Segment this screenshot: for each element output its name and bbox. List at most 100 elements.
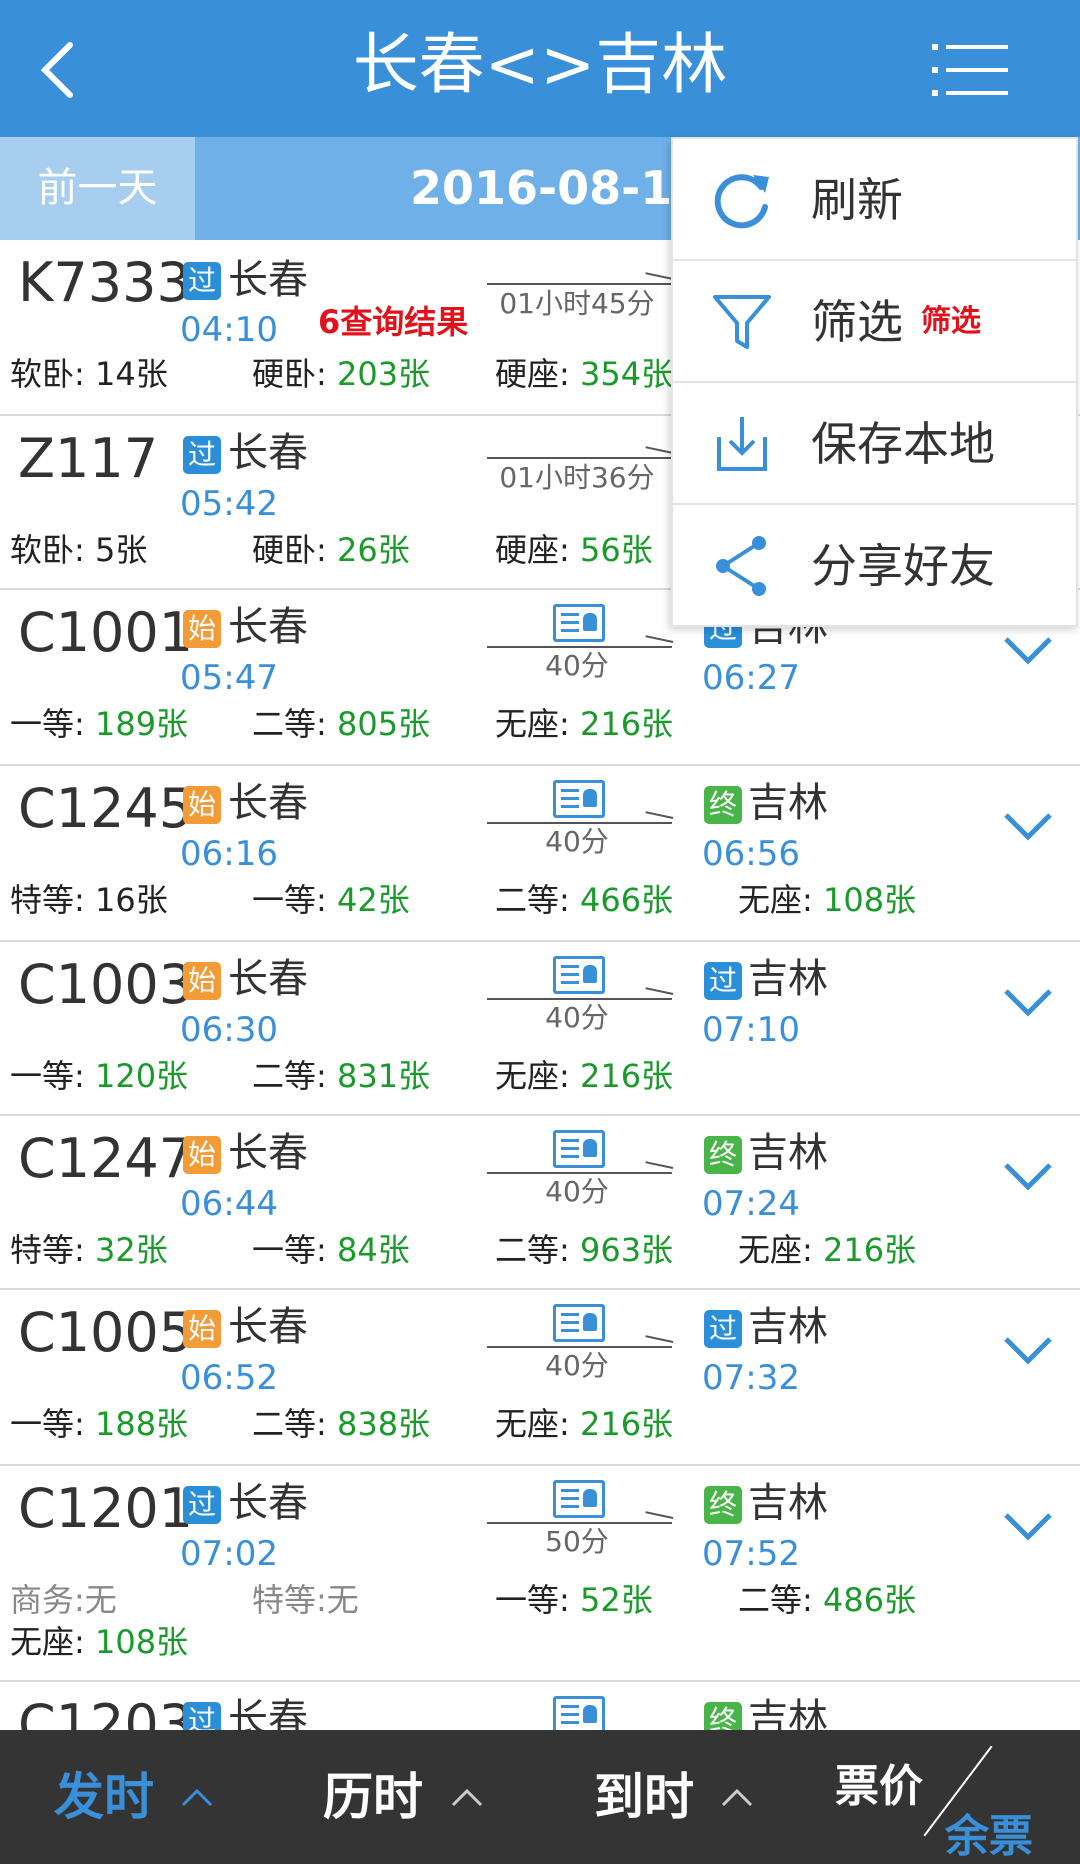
share-icon	[716, 536, 766, 596]
sort-duration-button[interactable]: 历时	[323, 1730, 423, 1864]
departure-time: 05:47	[180, 658, 278, 698]
menu-item-save[interactable]: 保存本地	[673, 383, 1076, 505]
menu-list-icon[interactable]	[930, 40, 1010, 100]
station-type-badge: 终	[704, 786, 742, 824]
arrival-time: 06:56	[702, 834, 800, 874]
station-type-badge: 始	[183, 1136, 221, 1174]
result-count-note: 6查询结果	[318, 303, 469, 341]
station-type-badge: 终	[704, 1486, 742, 1524]
train-number: K7333	[18, 251, 191, 314]
train-number: C1003	[18, 953, 194, 1016]
menu-label: 分享好友	[811, 539, 995, 593]
from-station: 长春	[228, 1304, 308, 1350]
seat-info: 硬座: 354张	[495, 355, 674, 393]
duration-arrow	[645, 1335, 674, 1343]
station-type-badge: 过	[183, 1702, 221, 1730]
to-station: 吉林	[748, 1304, 828, 1350]
seat-info: 硬座: 56张	[495, 531, 653, 569]
seat-info: 无座: 216张	[738, 1231, 917, 1269]
chevron-down-icon[interactable]	[1002, 811, 1054, 843]
train-row[interactable]: C1247 始 长春 06:44 40分 终 吉林 07:24 特等: 32张 …	[0, 1116, 1080, 1290]
seat-info: 一等: 84张	[252, 1231, 410, 1269]
from-station: 长春	[228, 257, 308, 303]
station-type-badge: 始	[183, 610, 221, 648]
menu-item-filter[interactable]: 筛选 筛选	[673, 261, 1076, 383]
sort-arrive-button[interactable]: 到时	[594, 1730, 694, 1864]
chevron-down-icon[interactable]	[1002, 1335, 1054, 1367]
train-number: C1203	[18, 1693, 194, 1730]
seat-info: 硬卧: 203张	[252, 355, 431, 393]
sort-depart-button[interactable]: 发时	[54, 1730, 154, 1864]
chevron-down-icon[interactable]	[1002, 987, 1054, 1019]
station-type-badge: 过	[183, 1486, 221, 1524]
filter-funnel-icon	[713, 295, 771, 349]
train-row[interactable]: C1203 过 长春 终 吉林	[0, 1682, 1080, 1730]
duration-arrow	[645, 987, 674, 995]
page-title: 长春<>吉林	[352, 26, 728, 103]
station-type-badge: 过	[183, 436, 221, 474]
seat-info: 特等:无	[252, 1581, 359, 1619]
to-station: 吉林	[748, 956, 828, 1002]
duration-arrow	[645, 272, 674, 280]
prev-day-button[interactable]: 前一天	[0, 137, 195, 240]
duration-text: 01小时36分	[499, 461, 655, 494]
seat-info: 商务:无	[10, 1581, 117, 1619]
seat-info: 二等: 831张	[252, 1057, 431, 1095]
date-display[interactable]: 2016-08-16	[410, 137, 704, 240]
filter-annotation: 筛选	[921, 304, 981, 339]
station-type-badge: 终	[704, 1136, 742, 1174]
sort-price-button[interactable]: 票价	[835, 1750, 923, 1814]
train-row[interactable]: C1201 过 长春 07:02 50分 终 吉林 07:52 商务:无 特等:…	[0, 1466, 1080, 1682]
duration-text: 50分	[545, 1525, 609, 1558]
download-save-icon	[717, 417, 767, 471]
station-type-badge: 终	[704, 1702, 742, 1730]
seat-info: 软卧: 5张	[10, 531, 148, 569]
train-row[interactable]: C1005 始 长春 06:52 40分 过 吉林 07:32 一等: 188张…	[0, 1290, 1080, 1466]
options-popup-menu: 刷新 筛选 筛选 保存本地 分享好友	[671, 137, 1078, 627]
chevron-down-icon[interactable]	[1002, 1161, 1054, 1193]
duration-text: 40分	[545, 825, 609, 858]
menu-item-refresh[interactable]: 刷新	[673, 139, 1076, 261]
duration-text: 40分	[545, 649, 609, 682]
seat-info: 无座: 216张	[495, 1405, 674, 1443]
to-station: 吉林	[748, 780, 828, 826]
from-station: 长春	[228, 1480, 308, 1526]
train-row[interactable]: C1003 始 长春 06:30 40分 过 吉林 07:10 一等: 120张…	[0, 942, 1080, 1116]
seat-info: 硬卧: 26张	[252, 531, 410, 569]
chevron-down-icon[interactable]	[1002, 1511, 1054, 1543]
seat-info: 二等: 486张	[738, 1581, 917, 1619]
seat-info: 无座: 216张	[495, 1057, 674, 1095]
seat-info: 一等: 52张	[495, 1581, 653, 1619]
chevron-down-icon[interactable]	[1002, 635, 1054, 667]
train-number: C1201	[18, 1477, 194, 1540]
seat-info: 特等: 32张	[10, 1231, 168, 1269]
from-station: 长春	[228, 1130, 308, 1176]
train-row[interactable]: C1245 始 长春 06:16 40分 终 吉林 06:56 特等: 16张 …	[0, 766, 1080, 942]
sort-remaining-button[interactable]: 余票	[945, 1800, 1033, 1864]
train-number: Z117	[18, 427, 159, 490]
from-station: 长春	[228, 1696, 308, 1730]
id-card-icon	[553, 1304, 605, 1342]
train-number: C1005	[18, 1301, 194, 1364]
departure-time: 06:30	[180, 1010, 278, 1050]
id-card-icon	[553, 956, 605, 994]
chevron-up-icon	[181, 1788, 213, 1807]
seat-info: 无座: 108张	[10, 1623, 189, 1661]
to-station: 吉林	[748, 1480, 828, 1526]
seat-info: 二等: 963张	[495, 1231, 674, 1269]
arrival-time: 07:10	[702, 1010, 800, 1050]
id-card-icon	[553, 1480, 605, 1518]
departure-time: 06:44	[180, 1184, 278, 1224]
departure-time: 04:10	[180, 310, 278, 350]
station-type-badge: 始	[183, 1310, 221, 1348]
departure-time: 06:16	[180, 834, 278, 874]
chevron-up-icon	[721, 1788, 753, 1807]
menu-item-share[interactable]: 分享好友	[673, 505, 1076, 627]
departure-time: 06:52	[180, 1358, 278, 1398]
seat-info: 二等: 466张	[495, 881, 674, 919]
duration-arrow	[645, 635, 674, 643]
from-station: 长春	[228, 956, 308, 1002]
station-type-badge: 过	[704, 962, 742, 1000]
app-header: 长春<>吉林	[0, 0, 1080, 137]
station-type-badge: 始	[183, 786, 221, 824]
